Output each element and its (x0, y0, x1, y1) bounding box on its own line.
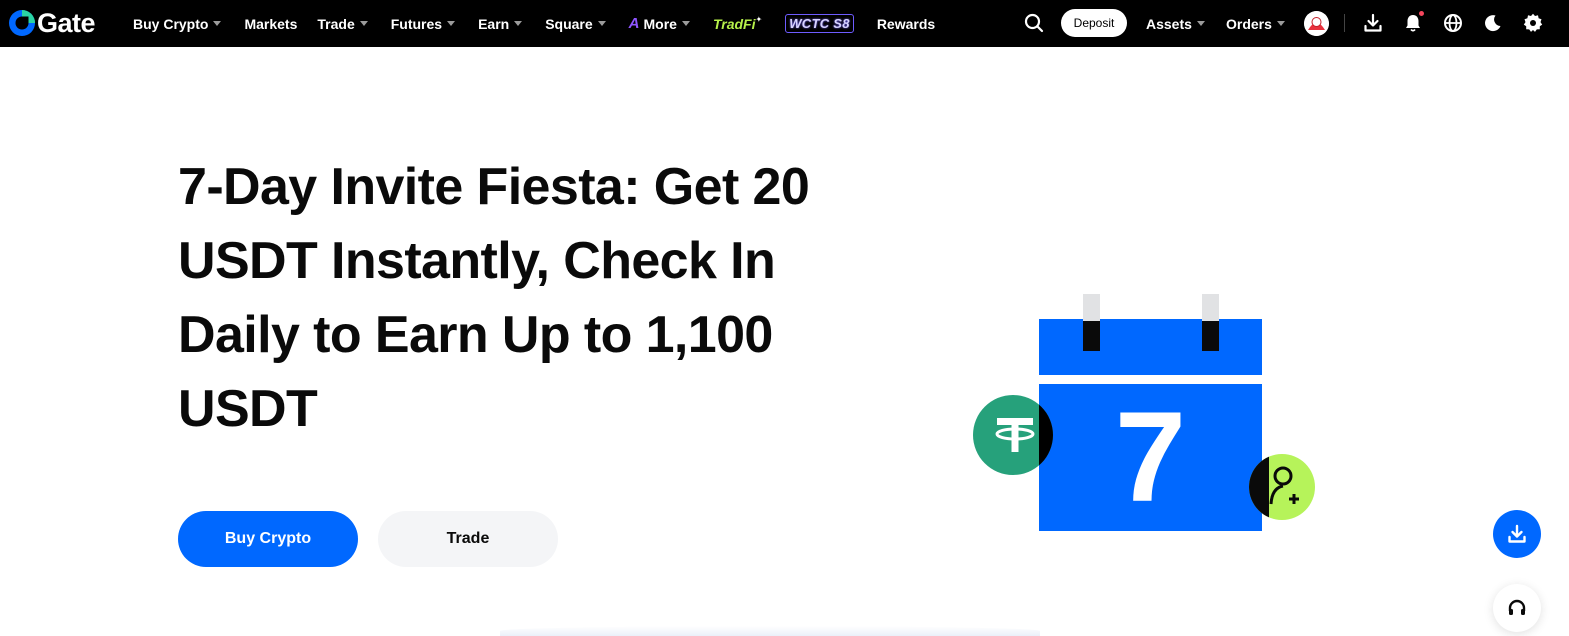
avatar[interactable] (1304, 11, 1329, 36)
nav-futures[interactable]: Futures (390, 0, 456, 47)
chevron-down-icon (447, 21, 456, 26)
download-app-button[interactable] (1362, 12, 1384, 34)
language-button[interactable] (1442, 12, 1464, 34)
assets-label: Assets (1146, 15, 1192, 32)
gate-logo-icon (9, 10, 35, 36)
chevron-down-icon (681, 21, 690, 26)
nav-earn[interactable]: Earn (478, 0, 523, 47)
download-icon (1364, 13, 1382, 32)
chevron-down-icon (359, 21, 368, 26)
orders-label: Orders (1226, 15, 1272, 32)
assets-menu[interactable]: Assets (1146, 0, 1205, 47)
trade-button[interactable]: Trade (378, 511, 558, 567)
gate-logo[interactable]: Gate (8, 8, 96, 38)
nav-square[interactable]: Square (545, 0, 606, 47)
sparkle-icon: ✦ (755, 15, 763, 24)
globe-icon (1444, 14, 1462, 32)
calendar-illustration: 7 (970, 292, 1320, 537)
nav-label: Futures (390, 15, 443, 32)
deposit-button[interactable]: Deposit (1061, 9, 1127, 37)
chevron-down-icon (1276, 21, 1285, 26)
bell-icon (1406, 15, 1420, 32)
nav-more[interactable]: A More (629, 0, 690, 47)
support-button[interactable] (1493, 584, 1541, 632)
hero-headline: 7-Day Invite Fiesta: Get 20 USDT Instant… (178, 158, 810, 438)
add-user-icon (1249, 454, 1315, 520)
calendar-ring-left (1083, 294, 1100, 351)
tradfi-label: TradFi (712, 15, 756, 32)
main-nav: Buy Crypto Markets Trade Futures Earn Sq… (133, 0, 935, 47)
chevron-down-icon (514, 21, 523, 26)
calendar-ring-right (1202, 294, 1219, 351)
calendar-header (1039, 319, 1262, 375)
chevron-down-icon (597, 21, 606, 26)
nav-label: Trade (317, 15, 355, 32)
nav-trade[interactable]: Trade (317, 0, 368, 47)
chevron-down-icon (213, 21, 222, 26)
notifications-button[interactable] (1402, 11, 1424, 34)
nav-rewards[interactable]: Rewards (877, 0, 935, 47)
calendar-day-number: 7 (1114, 385, 1187, 529)
nav-label: Earn (478, 15, 510, 32)
search-button[interactable] (1023, 12, 1045, 34)
nav-markets[interactable]: Markets (244, 0, 297, 47)
top-navigation-bar: Gate Buy Crypto Markets Trade Futures Ea… (0, 0, 1569, 47)
chevron-down-icon (1196, 21, 1205, 26)
nav-label: Markets (244, 15, 298, 32)
search-icon (1024, 13, 1044, 33)
settings-button[interactable] (1522, 12, 1544, 34)
floating-download-button[interactable] (1493, 510, 1541, 558)
avatar-image (1304, 11, 1329, 36)
download-icon (1508, 524, 1526, 543)
section-edge (500, 626, 1040, 636)
ai-icon: A (628, 15, 640, 32)
gear-icon (1523, 13, 1543, 32)
nav-label: Square (545, 15, 593, 32)
nav-label: More (643, 15, 677, 32)
headset-icon (1508, 599, 1526, 615)
wctc-logo: WCTC S8 (785, 14, 854, 33)
tether-glyph (995, 395, 1053, 475)
orders-menu[interactable]: Orders (1226, 0, 1285, 47)
brand-name: Gate (37, 8, 96, 38)
buy-crypto-button[interactable]: Buy Crypto (178, 511, 358, 567)
nav-label: Rewards (876, 15, 936, 32)
nav-tradfi[interactable]: TradFi ✦ (713, 0, 762, 47)
nav-buy-crypto[interactable]: Buy Crypto (133, 0, 222, 47)
theme-toggle-button[interactable] (1482, 12, 1504, 34)
nav-wctc[interactable]: WCTC S8 (785, 0, 854, 47)
moon-icon (1485, 15, 1501, 32)
nav-divider (1344, 14, 1345, 32)
tether-icon (973, 395, 1053, 475)
nav-label: Buy Crypto (133, 15, 209, 32)
notification-dot (1419, 11, 1424, 16)
add-user-glyph (1249, 454, 1299, 520)
